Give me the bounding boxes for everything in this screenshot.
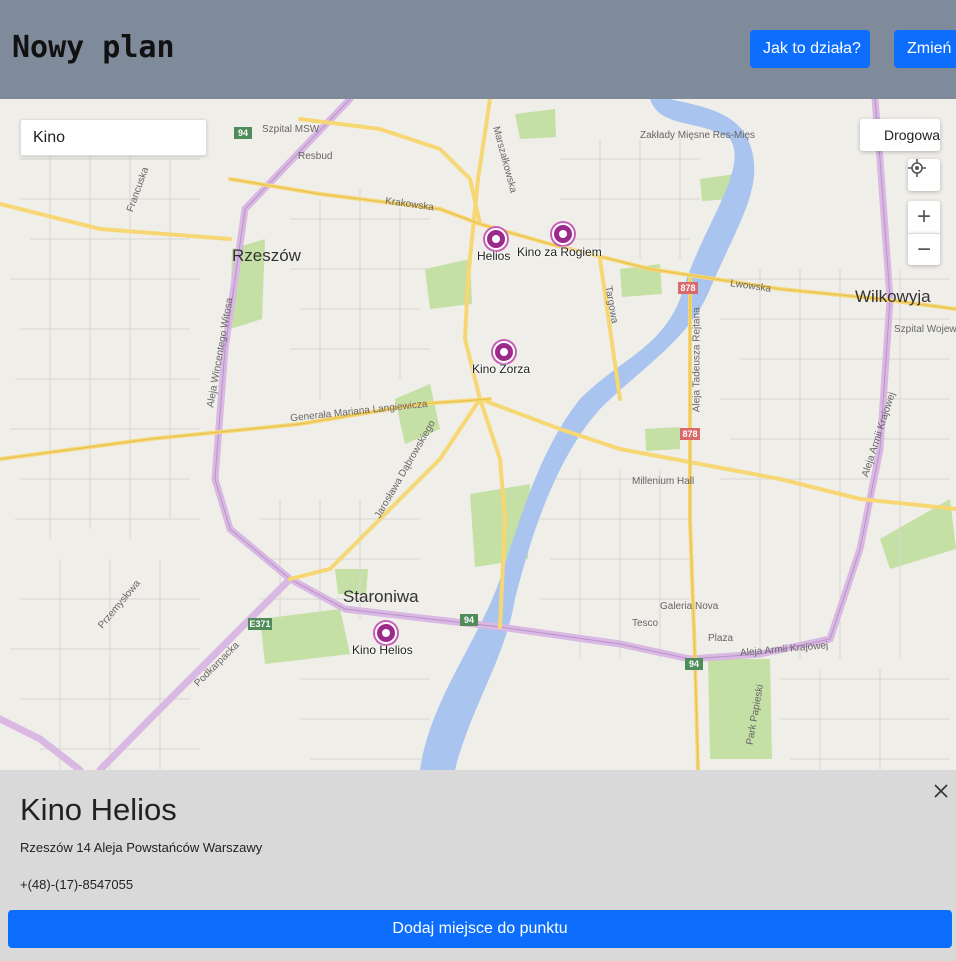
map-label-galeria: Galeria Nova bbox=[660, 601, 719, 612]
poi-marker-kino-za-rogiem[interactable] bbox=[552, 223, 574, 245]
crosshair-icon bbox=[908, 159, 926, 177]
locate-me-button[interactable] bbox=[908, 159, 940, 191]
change-button[interactable]: Zmień bbox=[894, 30, 956, 68]
map-label-tesco: Tesco bbox=[632, 618, 659, 629]
place-phone: +(48)-(17)-8547055 bbox=[20, 877, 134, 892]
svg-text:94: 94 bbox=[689, 659, 699, 669]
svg-text:94: 94 bbox=[464, 615, 474, 625]
map-label-millenium: Millenium Hall bbox=[632, 476, 695, 487]
map-label-plaza: Plaza bbox=[708, 633, 734, 644]
minus-icon: − bbox=[916, 235, 931, 263]
map-label-rzeszow: Rzeszów bbox=[232, 246, 301, 265]
how-it-works-button[interactable]: Jak to działa? bbox=[750, 30, 870, 68]
svg-text:878: 878 bbox=[680, 283, 695, 293]
poi-label-kino-za-rogiem[interactable]: Kino za Rogiem bbox=[517, 245, 602, 259]
map-label-wilkowyja: Wilkowyja bbox=[855, 287, 931, 306]
poi-label-kino-helios[interactable]: Kino Helios bbox=[352, 643, 413, 657]
add-place-button[interactable]: Dodaj miejsce do punktu bbox=[8, 910, 952, 948]
page-title: Nowy plan bbox=[12, 30, 175, 65]
map-canvas: 94 94 94 E371 878 878 bbox=[0, 99, 956, 770]
plus-icon: + bbox=[916, 203, 931, 230]
poi-label-kino-zorza[interactable]: Kino Zorza bbox=[472, 362, 530, 376]
map-view[interactable]: 94 94 94 E371 878 878 Rzeszów Staroniwa … bbox=[0, 99, 956, 770]
map-label-resbud: Resbud bbox=[298, 151, 333, 162]
poi-marker-helios[interactable] bbox=[485, 228, 507, 250]
svg-text:E371: E371 bbox=[249, 619, 270, 629]
map-label-rejtana: Aleja Tadeusza Rejtana bbox=[691, 307, 703, 413]
poi-marker-kino-helios[interactable] bbox=[375, 622, 397, 644]
app-header: Nowy plan Jak to działa? Zmień bbox=[0, 0, 956, 99]
map-type-button[interactable]: Drogowa bbox=[860, 119, 940, 151]
place-details-panel: Kino Helios Rzeszów 14 Aleja Powstańców … bbox=[0, 770, 956, 961]
poi-marker-kino-zorza[interactable] bbox=[493, 341, 515, 363]
map-label-szpital-woj: Szpital Wojewódzki nr 2 bbox=[894, 324, 956, 335]
zoom-in-button[interactable]: + bbox=[908, 201, 940, 233]
zoom-out-button[interactable]: − bbox=[908, 233, 940, 265]
place-name: Kino Helios bbox=[20, 792, 177, 827]
close-icon bbox=[934, 784, 948, 798]
map-label-staroniwa: Staroniwa bbox=[343, 587, 419, 606]
svg-text:94: 94 bbox=[238, 128, 248, 138]
map-label-zaklady: Zakłady Mięsne Res-Mięs bbox=[640, 130, 756, 141]
svg-text:878: 878 bbox=[682, 429, 697, 439]
poi-label-helios[interactable]: Helios bbox=[477, 249, 510, 263]
map-search-input[interactable] bbox=[20, 119, 207, 156]
map-label-szpital-msw: Szpital MSW bbox=[262, 124, 320, 135]
close-panel-button[interactable] bbox=[932, 782, 950, 800]
place-address: Rzeszów 14 Aleja Powstańców Warszawy bbox=[20, 840, 263, 855]
